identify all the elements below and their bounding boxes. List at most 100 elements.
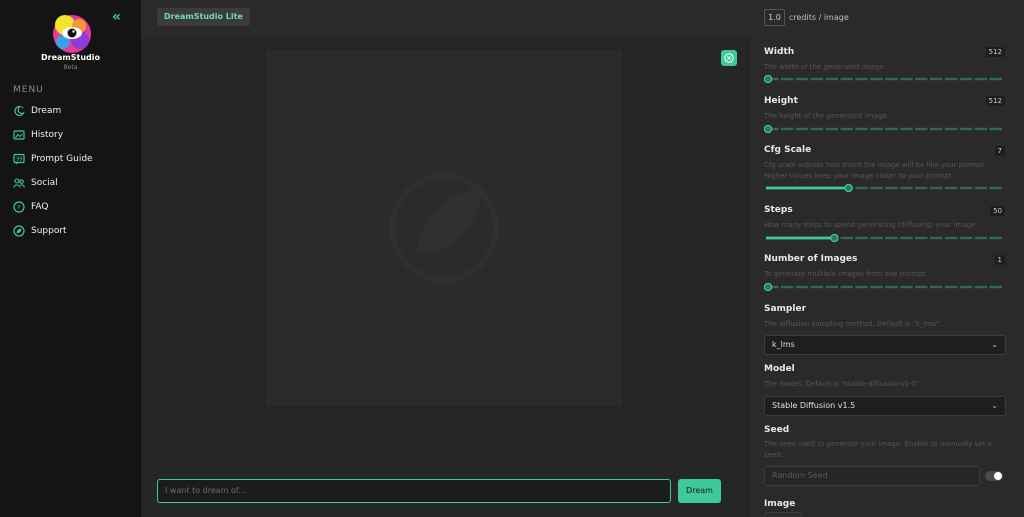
height-description: The height of the generated image. (764, 112, 889, 120)
slider-track-segment (944, 186, 958, 190)
slider-track-segment (855, 127, 868, 131)
slider-track-segment (810, 127, 824, 131)
slider-track-segment (870, 285, 883, 289)
slider-track-segment (885, 77, 898, 81)
collapse-sidebar-icon[interactable]: « (112, 9, 121, 25)
slider-fill (766, 236, 835, 240)
prompt-guide-icon: 99 (13, 153, 25, 165)
number-of-images-value: 1 (994, 255, 1005, 265)
number-of-images-slider[interactable] (764, 283, 1004, 291)
slider-track-segment (780, 77, 794, 81)
sampler-select[interactable]: k_lms ⌄ (764, 335, 1006, 355)
seed-input[interactable]: Random Seed (764, 466, 980, 486)
sampler-selected-value: k_lms (772, 340, 795, 349)
slider-track-segment (825, 77, 839, 81)
faq-icon: ? (13, 201, 25, 213)
height-label: Height (764, 96, 798, 106)
dream-button[interactable]: Dream (678, 479, 721, 503)
slider-track-segment (974, 186, 988, 190)
prompt-input[interactable]: I want to dream of... (157, 479, 671, 503)
slider-track-segment (885, 236, 898, 240)
brand-subtitle: Beta (63, 64, 78, 71)
top-bar (141, 0, 1024, 36)
sidebar-item-label: FAQ (31, 202, 49, 212)
dream-icon (14, 105, 25, 117)
sidebar-item-prompt-guide[interactable]: 99 Prompt Guide (13, 151, 93, 167)
slider-track-segment (855, 285, 868, 289)
logo-icon (53, 15, 91, 53)
sidebar-item-support[interactable]: Support (13, 223, 67, 239)
slider-thumb[interactable] (844, 184, 853, 192)
slider-track-segment (885, 186, 898, 190)
slider-track-segment (929, 236, 943, 240)
slider-track-segment (959, 236, 973, 240)
chevron-down-icon: ⌄ (991, 340, 998, 349)
slider-track-segment (900, 236, 913, 240)
slider-track-segment (885, 285, 898, 289)
slider-track-segment (944, 77, 958, 81)
slider-track-segment (915, 236, 928, 240)
slider-thumb[interactable] (830, 234, 839, 242)
model-select[interactable]: Stable Diffusion v1.5 ⌄ (764, 396, 1006, 416)
sidebar-item-faq[interactable]: ? FAQ (13, 199, 48, 215)
slider-track-segment (810, 285, 824, 289)
clear-image-button[interactable] (721, 50, 737, 66)
slider-fill (766, 186, 849, 190)
image-upload-box[interactable] (764, 512, 802, 517)
steps-value: 50 (990, 206, 1005, 216)
cfg-scale-slider[interactable] (764, 184, 1004, 192)
seed-label: Seed (764, 425, 790, 435)
width-slider[interactable] (764, 75, 1004, 83)
slider-track-segment (944, 285, 958, 289)
slider-track-segment (855, 186, 868, 190)
slider-track-segment (989, 236, 1002, 240)
slider-track-segment (989, 127, 1002, 131)
slider-track-segment (974, 127, 988, 131)
menu-title: MENU (13, 85, 44, 95)
slider-track-segment (810, 77, 824, 81)
sidebar-item-social[interactable]: Social (13, 175, 58, 191)
slider-track-segment (944, 236, 958, 240)
width-value: 512 (985, 47, 1005, 57)
brand-name: DreamStudio (41, 53, 100, 62)
slider-track-segment (825, 285, 839, 289)
seed-toggle[interactable] (985, 471, 1003, 481)
slider-track-segment (929, 77, 943, 81)
slider-thumb[interactable] (764, 283, 773, 291)
dreamstudio-lite-badge[interactable]: DreamStudio Lite (157, 8, 250, 26)
sidebar-item-history[interactable]: History (13, 127, 63, 143)
slider-track-segment (989, 77, 1002, 81)
slider-track-segment (974, 285, 988, 289)
slider-track-segment (915, 127, 928, 131)
steps-slider[interactable] (764, 234, 1004, 242)
slider-track-segment (959, 186, 973, 190)
sidebar-item-label: History (31, 130, 64, 140)
sidebar-item-dream[interactable]: Dream (13, 103, 61, 119)
slider-track-segment (900, 186, 913, 190)
sampler-label: Sampler (764, 304, 807, 314)
chevron-down-icon: ⌄ (991, 401, 998, 410)
slider-track-segment (915, 77, 928, 81)
slider-track-segment (974, 77, 988, 81)
svg-text:99: 99 (16, 157, 22, 163)
height-slider[interactable] (764, 125, 1004, 133)
slider-thumb[interactable] (764, 125, 773, 133)
slider-track-segment (825, 127, 839, 131)
slider-track-segment (840, 77, 853, 81)
slider-track-segment (929, 127, 943, 131)
width-label: Width (764, 47, 795, 57)
slider-track-segment (944, 127, 958, 131)
cfg-scale-label: Cfg Scale (764, 145, 812, 155)
slider-track-segment (855, 77, 868, 81)
number-of-images-description: To generate multiple images from one pro… (764, 270, 928, 278)
slider-track-segment (929, 285, 943, 289)
sampler-description: The diffusion sampling method. Default i… (764, 320, 942, 328)
steps-label: Steps (764, 205, 793, 215)
sidebar-item-label: Support (31, 226, 67, 236)
support-icon (13, 225, 25, 237)
slider-thumb[interactable] (764, 75, 773, 83)
slider-track-segment (870, 236, 883, 240)
slider-track-segment (959, 77, 973, 81)
width-description: The width of the generated image. (764, 63, 886, 71)
slider-track-segment (915, 186, 928, 190)
